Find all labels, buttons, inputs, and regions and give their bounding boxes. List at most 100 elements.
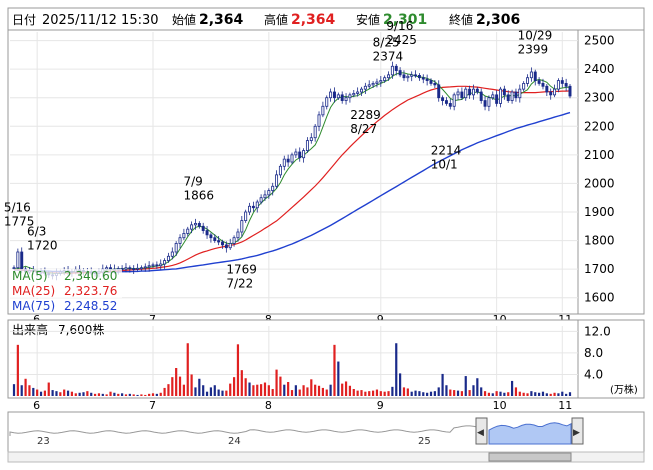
volume-bar	[97, 393, 101, 396]
open-value: 2,364	[199, 12, 244, 28]
candle-body	[263, 194, 267, 199]
candle-body	[394, 65, 398, 71]
candle-body	[363, 85, 367, 90]
volume-bar	[159, 392, 162, 396]
volume-bar	[16, 344, 19, 396]
volume-bar	[317, 385, 321, 396]
volume-bar	[310, 379, 313, 396]
volume-bar	[503, 392, 506, 396]
volume-bar	[260, 384, 263, 396]
volume-bar	[74, 393, 77, 396]
candle-body	[514, 91, 518, 99]
scrollbar-thumb[interactable]	[488, 452, 572, 462]
navigator[interactable]: 23 24 25 ◀ ▶	[7, 411, 645, 453]
volume-bar	[553, 392, 556, 396]
candle-body	[471, 88, 475, 96]
volume-bar	[117, 393, 120, 396]
candle-body	[193, 223, 197, 226]
volume-bar	[12, 384, 16, 396]
volume-bar	[225, 390, 228, 396]
volume-panel: 出来高 7,600株 12.0 8.0 4.0 (万株)	[7, 319, 645, 399]
volume-bar	[271, 389, 274, 396]
volume-bar	[453, 390, 456, 396]
volume-bar	[182, 384, 185, 396]
scrollbar[interactable]	[7, 451, 645, 463]
volume-bar	[333, 344, 336, 396]
volume-bar	[78, 392, 81, 396]
volume-x-tick: 10	[493, 399, 507, 412]
candle-body	[325, 97, 329, 107]
candle-body	[410, 74, 414, 77]
volume-bar	[522, 392, 525, 396]
annotation-value: 2374	[373, 50, 404, 64]
volume-bar	[263, 382, 267, 396]
candle-body	[16, 251, 20, 269]
candle-body	[556, 80, 560, 90]
navigator-selection[interactable]	[488, 422, 572, 445]
candle-body	[205, 230, 209, 236]
annotation-value: 2214	[431, 143, 462, 157]
volume-bar	[487, 392, 491, 396]
volume-bar	[202, 385, 205, 396]
close-label: 終値	[449, 12, 473, 27]
volume-bar	[325, 389, 328, 396]
volume-unit: (万株)	[610, 383, 638, 396]
datetime-value: 2025/11/12 15:30	[42, 13, 159, 28]
candle-body	[143, 266, 147, 269]
legend-label: MA(25)	[12, 284, 55, 298]
candle-body	[499, 88, 502, 104]
volume-title: 出来高	[12, 322, 48, 337]
volume-bar	[514, 387, 518, 396]
volume-bar	[368, 391, 371, 396]
legend-value: 2,323.76	[64, 284, 117, 298]
volume-bar	[151, 393, 155, 396]
volume-bar	[213, 385, 216, 396]
volume-bar	[248, 382, 251, 396]
candle-body	[228, 243, 232, 249]
volume-y-tick: 4.0	[584, 367, 603, 381]
volume-bar	[379, 391, 382, 396]
volume-bar	[433, 391, 436, 396]
candle-body	[553, 88, 557, 96]
candle-body	[529, 71, 533, 79]
candle-body	[244, 211, 248, 221]
candle-body	[437, 84, 441, 99]
candle-body	[170, 251, 174, 257]
candle-body	[332, 91, 336, 99]
volume-bar	[252, 385, 255, 396]
volume-bar	[32, 387, 35, 396]
candle-body	[510, 91, 514, 101]
volume-bar	[36, 389, 39, 396]
candle-body	[302, 150, 306, 159]
candle-body	[236, 231, 240, 239]
volume-bar	[209, 387, 213, 396]
navigator-right-handle[interactable]: ▶	[571, 417, 584, 445]
volume-bar	[495, 391, 498, 396]
annotation-date: 5/16	[4, 201, 31, 215]
volume-bar	[24, 378, 27, 396]
volume-bar	[267, 385, 270, 396]
volume-bar	[429, 391, 433, 396]
volume-bar	[565, 393, 568, 396]
volume-bar	[557, 393, 560, 396]
volume-bar	[348, 385, 352, 396]
volume-bar	[283, 384, 286, 396]
volume-x-tick: 9	[377, 399, 384, 412]
candle-body	[136, 267, 140, 270]
candle-body	[433, 83, 437, 86]
annotation-date: 7/22	[226, 276, 253, 290]
volume-bar	[538, 392, 541, 396]
price-y-tick: 1700	[584, 262, 615, 276]
volume-bar	[175, 368, 178, 396]
volume-x-tick: 6	[33, 399, 40, 412]
candle-body	[475, 88, 479, 93]
price-y-tick: 1900	[584, 205, 615, 219]
candle-body	[568, 85, 572, 97]
candle-body	[221, 241, 224, 246]
navigator-left-handle[interactable]: ◀	[475, 417, 488, 445]
volume-bar	[28, 385, 31, 396]
candle-body	[545, 85, 549, 93]
volume-bar	[287, 382, 290, 396]
candle-body	[398, 70, 402, 76]
volume-bar	[128, 393, 131, 396]
